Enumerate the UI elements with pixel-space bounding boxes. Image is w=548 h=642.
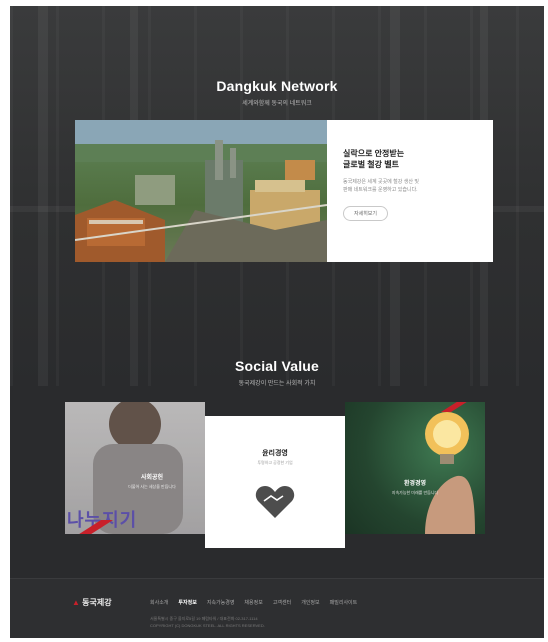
- ethics-subtitle: 투명하고 공정한 기업: [257, 460, 293, 465]
- handshake-heart-icon: [255, 486, 295, 518]
- lightbulb-photo: [425, 412, 475, 534]
- network-text: 실락으로 안정받는 글로벌 철강 벨트 동국제강은 세계 곳곳에 철강 생산 및…: [343, 148, 483, 221]
- social-card-contribution[interactable]: 사회공헌 더불어 사는 세상을 만듭니다 나누지기: [65, 402, 205, 534]
- footer-link-about[interactable]: 회사소개: [150, 599, 168, 606]
- social-card-ethics[interactable]: 윤리경영 투명하고 공정한 기업: [205, 416, 345, 548]
- footer-link-family-site[interactable]: 패밀리사이트: [330, 599, 358, 606]
- social-subtitle: 동국제강이 만드는 사회적 가치: [238, 381, 316, 387]
- footer-copyright-text: COPYRIGHT (C) DONGKUK STEEL. ALL RIGHTS …: [150, 623, 265, 628]
- network-heading-line1: 실락으로 안정받는: [343, 149, 405, 158]
- red-accent-stroke: [441, 402, 467, 412]
- footer-logo[interactable]: ▲ 동국제강: [72, 597, 112, 608]
- site-footer: ▲ 동국제강 회사소개 투자정보 지속가능경영 채용정보 고객센터 개인정보 패…: [10, 578, 544, 638]
- footer-link-privacy[interactable]: 개인정보: [301, 599, 319, 606]
- steel-plant-photo: [75, 120, 327, 262]
- network-heading-line2: 글로벌 철강 벨트: [343, 160, 399, 169]
- red-accent-stroke: [79, 520, 113, 534]
- network-card[interactable]: 실락으로 안정받는 글로벌 철강 벨트 동국제강은 세계 곳곳에 철강 생산 및…: [75, 120, 493, 262]
- environment-title: 환경경영: [403, 481, 427, 487]
- footer-link-support[interactable]: 고객센터: [273, 599, 291, 606]
- contribution-title: 사회공헌: [140, 475, 164, 481]
- footer-address: 서울특별시 중구 을지로5길 19 페럼타워 / 대표전화 02-317-111…: [150, 616, 258, 621]
- network-desc-line1: 동국제강은 세계 곳곳에 철강 생산 및: [343, 179, 419, 185]
- network-desc-line2: 판매 네트워크를 운영하고 있습니다.: [343, 187, 418, 193]
- footer-copyright: 서울특별시 중구 을지로5길 19 페럼타워 / 대표전화 02-317-111…: [150, 615, 265, 629]
- beam: [38, 6, 48, 386]
- logo-mark-icon: ▲: [72, 598, 80, 607]
- footer-logo-text: 동국제강: [82, 598, 112, 607]
- network-more-button[interactable]: 자세히보기: [343, 206, 389, 221]
- footer-link-sustainability[interactable]: 지속가능경영: [207, 599, 235, 606]
- footer-link-careers[interactable]: 채용정보: [244, 599, 262, 606]
- network-subtitle: 세계와함께 동국의 네트워크: [242, 101, 312, 107]
- plant-illustration: [75, 120, 327, 262]
- network-title: Dangkuk Network: [216, 78, 338, 94]
- social-title: Social Value: [234, 358, 320, 374]
- contribution-subtitle: 더불어 사는 세상을 만듭니다: [128, 484, 176, 489]
- ethics-title: 윤리경영: [262, 450, 288, 457]
- social-card-environment[interactable]: 환경경영 지속가능한 미래를 만듭니다: [345, 402, 485, 534]
- environment-subtitle: 지속가능한 미래를 만듭니다: [391, 490, 439, 495]
- footer-nav: 회사소개 투자정보 지속가능경영 채용정보 고객센터 개인정보 패밀리사이트: [150, 599, 357, 606]
- page-frame: Dangkuk Network 세계와함께 동국의 네트워크 실락으로 안정받는…: [10, 6, 544, 638]
- footer-link-investor[interactable]: 투자정보: [178, 599, 196, 606]
